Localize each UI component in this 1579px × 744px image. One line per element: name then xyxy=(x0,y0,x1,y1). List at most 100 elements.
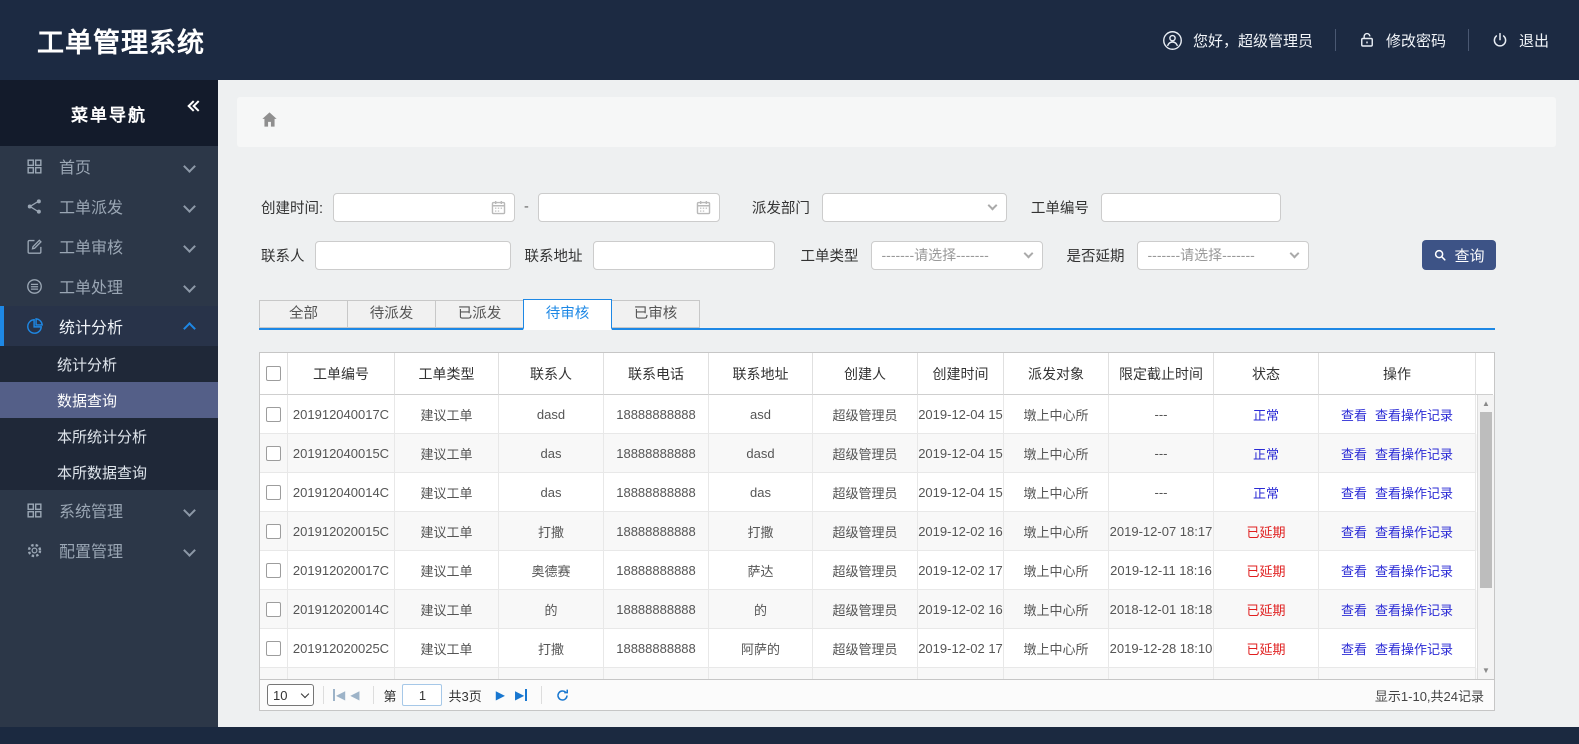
view-log-link[interactable]: 查看操作记录 xyxy=(1375,483,1453,502)
view-log-link[interactable]: 查看操作记录 xyxy=(1375,405,1453,424)
view-link[interactable]: 查看 xyxy=(1341,405,1367,424)
column-header: 工单编号 xyxy=(288,353,395,395)
page-size-select[interactable]: 10 xyxy=(267,684,314,706)
sidebar-item-review[interactable]: 工单审核 xyxy=(0,226,218,266)
select-all-cell xyxy=(260,353,288,395)
pie-chart-icon xyxy=(24,316,44,336)
user-greeting-label: 您好，超级管理员 xyxy=(1192,32,1313,50)
cell-created: 2019-12-02 16 xyxy=(918,512,1004,551)
row-checkbox[interactable] xyxy=(266,523,281,539)
tab-dispatched[interactable]: 已派发 xyxy=(435,300,524,328)
dispatch-dept-select[interactable] xyxy=(821,192,1007,222)
cell-order_no: 201912040015C xyxy=(288,434,395,473)
sidebar-item-statistics[interactable]: 统计分析 xyxy=(0,306,218,346)
last-page-button[interactable]: ▶ xyxy=(515,689,528,701)
scroll-down-arrow[interactable]: ▼ xyxy=(1478,666,1494,675)
records-summary: 显示1-10,共24记录 xyxy=(1374,688,1484,704)
tab-all[interactable]: 全部 xyxy=(259,300,348,328)
scroll-up-arrow[interactable]: ▲ xyxy=(1478,399,1494,408)
view-link[interactable]: 查看 xyxy=(1341,639,1367,658)
prev-page-button[interactable]: ◀ xyxy=(350,689,359,701)
refresh-icon[interactable] xyxy=(555,688,570,703)
view-log-link[interactable]: 查看操作记录 xyxy=(1375,561,1453,580)
select-all-checkbox[interactable] xyxy=(266,366,281,381)
view-log-link[interactable]: 查看操作记录 xyxy=(1375,639,1453,658)
logout-button[interactable]: 退出 xyxy=(1491,30,1549,51)
row-checkbox[interactable] xyxy=(266,601,281,617)
view-link[interactable]: 查看 xyxy=(1341,522,1367,541)
cell-deadline: 2018-12-01 18:18 xyxy=(1109,590,1214,629)
create-time-start-input[interactable] xyxy=(333,192,516,222)
view-log-link[interactable]: 查看操作记录 xyxy=(1375,444,1453,463)
cell-creator: 超级管理员 xyxy=(813,590,918,629)
row-checkbox[interactable] xyxy=(266,640,281,656)
row-checkbox[interactable] xyxy=(266,445,281,461)
row-checkbox[interactable] xyxy=(266,562,281,578)
column-header: 联系人 xyxy=(499,353,604,395)
cell-target: 墩上中心所 xyxy=(1004,590,1109,629)
cell-contact: das xyxy=(499,473,604,512)
cell-contact: 打撒 xyxy=(499,512,604,551)
row-checkbox[interactable] xyxy=(266,406,281,422)
cell-phone: 18888888888 xyxy=(604,590,709,629)
tab-to-dispatch[interactable]: 待派发 xyxy=(347,300,436,328)
first-page-button[interactable]: ◀ xyxy=(333,689,345,701)
address-input[interactable] xyxy=(592,240,775,270)
sidebar-item-label: 工单派发 xyxy=(59,200,124,217)
cell-order_no: 201912040014C xyxy=(288,473,395,512)
status-badge: 已延期 xyxy=(1246,602,1286,618)
home-icon[interactable] xyxy=(260,110,279,134)
cell-type: 建议工单 xyxy=(395,590,499,629)
tab-to-review[interactable]: 待审核 xyxy=(523,299,612,330)
order-type-select[interactable]: -------请选择------- xyxy=(870,240,1043,270)
cell-creator: 超级管理员 xyxy=(813,395,918,434)
sidebar-header: 菜单导航 xyxy=(0,80,218,146)
cell-address: 阿萨的 xyxy=(709,629,813,668)
view-link[interactable]: 查看 xyxy=(1341,561,1367,580)
table-row: 201912020017C 建议工单 奥德赛 18888888888 萨达 超级管理员 20… xyxy=(260,551,1494,590)
submenu-item-office-statistics[interactable]: 本所统计分析 xyxy=(0,418,218,454)
contact-input[interactable] xyxy=(314,240,511,270)
view-log-link[interactable]: 查看操作记录 xyxy=(1375,600,1453,619)
cell-order_no: 201912020017C xyxy=(288,551,395,590)
next-page-button[interactable]: ▶ xyxy=(496,689,505,701)
cell-status: 已延期 xyxy=(1214,590,1319,629)
cell-phone: 18888888888 xyxy=(604,395,709,434)
app-root: 工单管理系统 您好，超级管理员 修改密码 退出 菜单导航 首页 工单派发 工单审… xyxy=(0,0,1579,744)
tab-reviewed[interactable]: 已审核 xyxy=(611,300,700,328)
delay-select[interactable]: -------请选择------- xyxy=(1136,240,1309,270)
view-log-link[interactable]: 查看操作记录 xyxy=(1375,522,1453,541)
calendar-icon[interactable] xyxy=(695,199,712,220)
submenu-item-statistics[interactable]: 统计分析 xyxy=(0,346,218,382)
vertical-scrollbar[interactable]: ▲ ▼ xyxy=(1477,395,1494,679)
view-link[interactable]: 查看 xyxy=(1341,483,1367,502)
sidebar-item-config[interactable]: 配置管理 xyxy=(0,530,218,570)
sidebar-item-system[interactable]: 系统管理 xyxy=(0,490,218,530)
page-number-input[interactable] xyxy=(402,684,443,706)
sidebar-collapse-icon[interactable] xyxy=(187,100,204,112)
sidebar-item-process[interactable]: 工单处理 xyxy=(0,266,218,306)
cell-deadline: --- xyxy=(1109,395,1214,434)
sidebar-item-dispatch[interactable]: 工单派发 xyxy=(0,186,218,226)
order-no-input[interactable] xyxy=(1100,192,1281,222)
search-button[interactable]: 查询 xyxy=(1422,240,1496,270)
scrollbar-thumb[interactable] xyxy=(1480,412,1492,588)
user-greeting[interactable]: 您好，超级管理员 xyxy=(1162,30,1313,51)
submenu-item-data-query[interactable]: 数据查询 xyxy=(0,382,218,418)
sidebar-item-home[interactable]: 首页 xyxy=(0,146,218,186)
statistics-submenu: 统计分析 数据查询 本所统计分析 本所数据查询 xyxy=(0,346,218,490)
view-link[interactable]: 查看 xyxy=(1341,600,1367,619)
view-link[interactable]: 查看 xyxy=(1341,444,1367,463)
change-password-button[interactable]: 修改密码 xyxy=(1358,30,1446,51)
cell-target: 墩上中心所 xyxy=(1004,473,1109,512)
order-type-label: 工单类型 xyxy=(800,248,859,265)
filter-row-2: 联系人 联系地址 工单类型 -------请选择------- 是否延期 ---… xyxy=(261,240,1556,270)
cell-target: 墩上中心所 xyxy=(1004,551,1109,590)
table-body-wrap: 201912040017C 建议工单 dasd 18888888888 asd 超级管理员… xyxy=(260,395,1494,679)
cell-deadline: 2019-12-28 18:10 xyxy=(1109,629,1214,668)
calendar-icon[interactable] xyxy=(490,199,507,220)
create-time-end-input[interactable] xyxy=(537,192,720,222)
top-header: 工单管理系统 您好，超级管理员 修改密码 退出 xyxy=(0,0,1579,80)
submenu-item-office-data-query[interactable]: 本所数据查询 xyxy=(0,454,218,490)
row-checkbox[interactable] xyxy=(266,484,281,500)
